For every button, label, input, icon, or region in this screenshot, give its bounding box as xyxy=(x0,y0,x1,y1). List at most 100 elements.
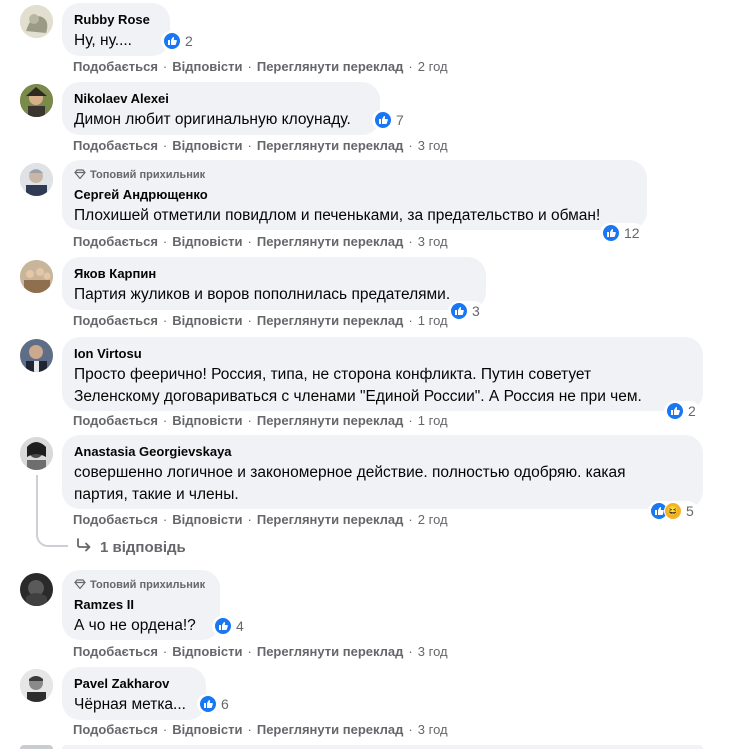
comment-actions: Подобається · Відповісти · Переглянути пер… xyxy=(73,413,448,428)
see-translation-button[interactable]: Переглянути переклад xyxy=(257,644,404,659)
comment-author[interactable]: Nikolaev Alexei xyxy=(74,90,368,108)
comment-author[interactable]: Сергей Андрющенко xyxy=(74,186,635,204)
reply-button[interactable]: Відповісти xyxy=(172,313,242,328)
see-translation-button[interactable]: Переглянути переклад xyxy=(257,512,404,527)
see-translation-button[interactable]: Переглянути переклад xyxy=(257,138,404,153)
see-translation-button[interactable]: Переглянути переклад xyxy=(257,313,404,328)
like-button[interactable]: Подобається xyxy=(73,644,158,659)
next-comment-avatar-partial[interactable] xyxy=(20,745,53,749)
avatar[interactable] xyxy=(20,437,53,470)
comment-bubble: Топовий прихильник Ramzes II А чо не орд… xyxy=(62,570,220,640)
reaction-count: 7 xyxy=(396,112,404,128)
reaction-summary[interactable]: 6 xyxy=(197,694,233,714)
reply-button[interactable]: Відповісти xyxy=(172,722,242,737)
see-translation-button[interactable]: Переглянути переклад xyxy=(257,722,404,737)
comment-text: Партия жуликов и воров пополнилась преда… xyxy=(74,286,451,303)
reaction-count: 6 xyxy=(221,696,229,712)
reaction-summary[interactable]: 3 xyxy=(448,301,484,321)
comment-author[interactable]: Ramzes II xyxy=(74,596,208,614)
view-replies-label[interactable]: 1 відповідь xyxy=(100,539,186,556)
reaction-count: 5 xyxy=(686,503,694,519)
reply-button[interactable]: Відповісти xyxy=(172,644,242,659)
comment-bubble: Anastasia Georgievskaya совершенно логич… xyxy=(62,435,703,509)
avatar[interactable] xyxy=(20,573,53,606)
comment-text: Плохишей отметили повидлом и печеньками,… xyxy=(74,207,601,224)
timestamp[interactable]: 3 год xyxy=(418,234,448,249)
top-fan-badge: Топовий прихильник xyxy=(74,168,635,182)
badge-label: Топовий прихильник xyxy=(90,169,206,181)
next-comment-bubble-partial xyxy=(62,745,703,749)
timestamp[interactable]: 3 год xyxy=(418,138,448,153)
comment-actions: Подобається · Відповісти · Переглянути пер… xyxy=(73,722,448,737)
reply-button[interactable]: Відповісти xyxy=(172,234,242,249)
avatar[interactable] xyxy=(20,163,53,196)
comment-author[interactable]: Rubby Rose xyxy=(74,11,158,29)
comment-actions: Подобається · Відповісти · Переглянути пер… xyxy=(73,313,448,328)
comment-text-line: Зеленскому договариваться с членами "Еди… xyxy=(74,388,642,405)
like-button[interactable]: Подобається xyxy=(73,512,158,527)
reaction-count: 12 xyxy=(624,225,640,241)
reaction-summary[interactable]: 2 xyxy=(161,31,197,51)
like-icon xyxy=(199,695,217,713)
diamond-icon xyxy=(74,578,86,592)
comment-bubble: Топовий прихильник Сергей Андрющенко Пло… xyxy=(62,160,647,230)
comment-author[interactable]: Pavel Zakharov xyxy=(74,675,194,693)
like-button[interactable]: Подобається xyxy=(73,59,158,74)
see-translation-button[interactable]: Переглянути переклад xyxy=(257,234,404,249)
comment-text-line: партия, такие и члены. xyxy=(74,486,239,503)
comment-bubble: Rubby Rose Ну, ну.... xyxy=(62,3,170,56)
comment-text-line: совершенно логичное и закономерное дейст… xyxy=(74,464,626,481)
like-icon xyxy=(602,224,620,242)
view-replies-link[interactable]: 1 відповідь xyxy=(76,538,186,556)
see-translation-button[interactable]: Переглянути переклад xyxy=(257,413,404,428)
avatar[interactable] xyxy=(20,260,53,293)
comment-author[interactable]: Яков Карпин xyxy=(74,265,474,283)
like-button[interactable]: Подобається xyxy=(73,722,158,737)
timestamp[interactable]: 3 год xyxy=(418,722,448,737)
haha-icon: 😆 xyxy=(664,502,682,520)
avatar[interactable] xyxy=(20,84,53,117)
reaction-count: 2 xyxy=(185,33,193,49)
comment-actions: Подобається · Відповісти · Переглянути пер… xyxy=(73,644,448,659)
see-translation-button[interactable]: Переглянути переклад xyxy=(257,59,404,74)
like-icon xyxy=(666,402,684,420)
comment-text: А чо не ордена!? xyxy=(74,617,196,634)
avatar[interactable] xyxy=(20,5,53,38)
reaction-count: 3 xyxy=(472,303,480,319)
comment-bubble: Яков Карпин Партия жуликов и воров попол… xyxy=(62,257,486,310)
comment-actions: Подобається · Відповісти · Переглянути пер… xyxy=(73,59,448,74)
reaction-count: 4 xyxy=(236,618,244,634)
like-icon xyxy=(450,302,468,320)
comment-author[interactable]: Anastasia Georgievskaya xyxy=(74,443,691,461)
comment-text: Чёрная метка... xyxy=(74,696,186,713)
like-icon xyxy=(163,32,181,50)
reply-button[interactable]: Відповісти xyxy=(172,512,242,527)
avatar[interactable] xyxy=(20,339,53,372)
badge-label: Топовий прихильник xyxy=(90,579,206,591)
reaction-summary[interactable]: 4 xyxy=(212,616,248,636)
avatar[interactable] xyxy=(20,669,53,702)
reaction-summary[interactable]: 7 xyxy=(372,110,408,130)
reaction-summary[interactable]: 😆 5 xyxy=(648,501,698,521)
comment-bubble: Pavel Zakharov Чёрная метка... xyxy=(62,667,206,720)
timestamp[interactable]: 2 год xyxy=(418,512,448,527)
like-button[interactable]: Подобається xyxy=(73,413,158,428)
timestamp[interactable]: 1 год xyxy=(418,413,448,428)
timestamp[interactable]: 3 год xyxy=(418,644,448,659)
reaction-count: 2 xyxy=(688,403,696,419)
comment-actions: Подобається · Відповісти · Переглянути пер… xyxy=(73,234,448,249)
timestamp[interactable]: 2 год xyxy=(418,59,448,74)
like-button[interactable]: Подобається xyxy=(73,234,158,249)
comment-text: Ну, ну.... xyxy=(74,32,132,49)
timestamp[interactable]: 1 год xyxy=(418,313,448,328)
like-button[interactable]: Подобається xyxy=(73,138,158,153)
like-button[interactable]: Подобається xyxy=(73,313,158,328)
reaction-summary[interactable]: 12 xyxy=(600,223,644,243)
thread-connector xyxy=(36,531,68,547)
reply-button[interactable]: Відповісти xyxy=(172,413,242,428)
comment-actions: Подобається · Відповісти · Переглянути пер… xyxy=(73,512,448,527)
reaction-summary[interactable]: 2 xyxy=(664,401,700,421)
comment-author[interactable]: Ion Virtosu xyxy=(74,345,691,363)
reply-button[interactable]: Відповісти xyxy=(172,138,242,153)
reply-button[interactable]: Відповісти xyxy=(172,59,242,74)
